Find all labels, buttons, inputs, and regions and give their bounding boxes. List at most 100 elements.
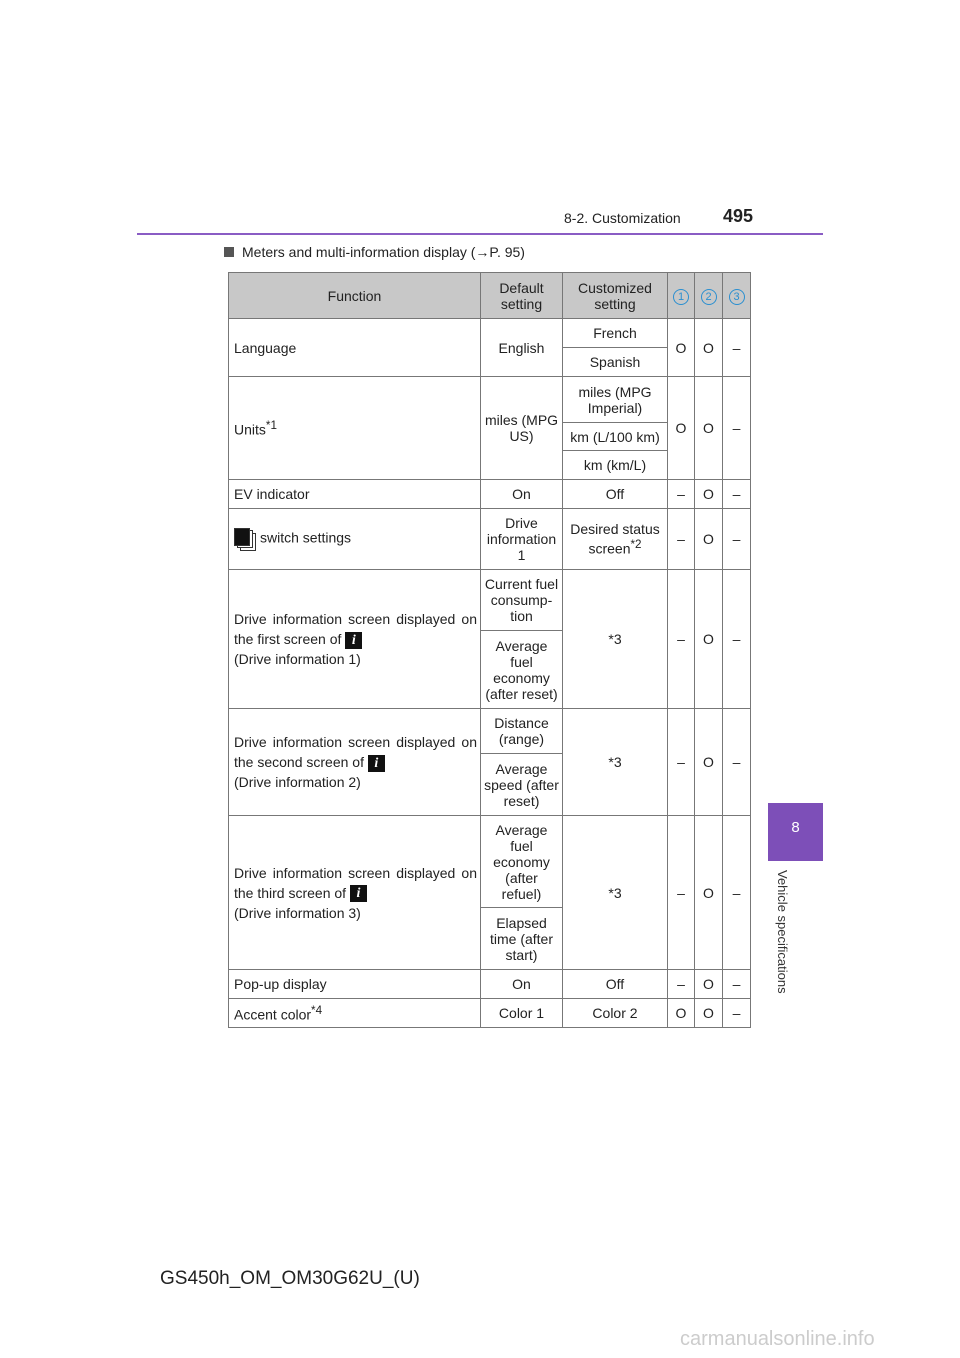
mark-cell: –: [667, 569, 695, 709]
chapter-tab[interactable]: 8: [768, 803, 823, 861]
mark-cell: O: [694, 969, 723, 999]
watermark: carmanualsonline.info: [680, 1328, 875, 1350]
function-sublabel: (Drive information 2): [234, 774, 361, 790]
custom-cell: miles (MPG Imperial): [562, 376, 668, 423]
info-icon: i: [367, 754, 385, 772]
mark-cell: –: [722, 318, 751, 377]
default-cell: Current fuel consump-tion: [480, 569, 563, 631]
function-label: Accent color: [234, 1006, 312, 1023]
section-title: Meters and multi-information display (→P…: [224, 244, 525, 260]
mark-cell: –: [722, 479, 751, 509]
col-function: Function: [228, 272, 481, 319]
custom-cell: Desired status screen*2: [562, 508, 668, 570]
custom-cell: km (km/L): [562, 450, 668, 480]
footnote-mark: *4: [311, 1004, 323, 1018]
section-header: 8-2. Customization: [564, 210, 681, 226]
table-row: EV indicator On Off – O –: [228, 479, 751, 509]
mark-cell: O: [667, 318, 695, 377]
circled-3-icon: 3: [728, 288, 745, 305]
table-row: Drive information screen displayed on th…: [228, 708, 751, 816]
section-title-text: Meters and multi-information display (→P…: [242, 244, 525, 260]
col-3: 3: [722, 272, 751, 319]
default-cell: Color 1: [480, 998, 563, 1028]
custom-cell: km (L/100 km): [562, 422, 668, 451]
custom-cell: Off: [562, 969, 668, 999]
custom-cell: *3: [562, 708, 668, 816]
mark-cell: –: [667, 508, 695, 570]
function-cell: Units*1: [228, 376, 481, 480]
mark-cell: –: [722, 508, 751, 570]
mark-cell: –: [722, 815, 751, 970]
mark-cell: –: [722, 376, 751, 480]
function-cell: EV indicator: [228, 479, 481, 509]
custom-cell: French: [562, 318, 668, 348]
default-cell: Average fuel economy (after refuel): [480, 815, 563, 908]
col-1: 1: [667, 272, 695, 319]
mark-cell: O: [694, 708, 723, 816]
table-row: Units*1 miles (MPG US) miles (MPG Imperi…: [228, 376, 751, 480]
square-bullet-icon: [224, 247, 234, 257]
page-number: 495: [723, 206, 754, 226]
mark-cell: O: [694, 508, 723, 570]
col-customized: Customized setting: [562, 272, 668, 319]
default-cell: On: [480, 969, 563, 999]
mark-cell: O: [694, 376, 723, 480]
function-cell: Drive information screen displayed on th…: [228, 708, 481, 816]
default-cell: Average speed (after reset): [480, 753, 563, 816]
function-label: Drive information screen displayed on th…: [234, 734, 477, 770]
default-cell: English: [480, 318, 563, 377]
function-cell: switch settings: [228, 508, 481, 570]
default-cell: Average fuel economy (after reset): [480, 630, 563, 709]
function-sublabel: (Drive information 3): [234, 904, 361, 921]
function-cell: Pop-up display: [228, 969, 481, 999]
default-cell: Distance (range): [480, 708, 563, 754]
mark-cell: –: [667, 479, 695, 509]
mark-cell: O: [694, 318, 723, 377]
mark-cell: –: [722, 998, 751, 1028]
col-2: 2: [694, 272, 723, 319]
custom-cell: *3: [562, 815, 668, 970]
info-icon: i: [349, 885, 367, 903]
info-icon: i: [345, 631, 363, 649]
function-label: switch settings: [260, 529, 352, 546]
mark-cell: O: [694, 815, 723, 970]
mark-cell: O: [667, 998, 695, 1028]
circled-2-icon: 2: [700, 288, 717, 305]
mark-cell: O: [694, 998, 723, 1028]
function-cell: Language: [228, 318, 481, 377]
settings-table: Function Default setting Customized sett…: [228, 272, 751, 1028]
mark-cell: –: [722, 569, 751, 709]
default-cell: On: [480, 479, 563, 509]
custom-cell: Spanish: [562, 347, 668, 377]
footnote-mark: *2: [630, 538, 642, 552]
table-header: Function Default setting Customized sett…: [228, 272, 751, 319]
table-row: switch settings Drive information 1 Desi…: [228, 508, 751, 570]
default-cell: miles (MPG US): [480, 376, 563, 480]
chapter-label: Vehicle specifications: [775, 870, 790, 994]
mark-cell: O: [667, 376, 695, 480]
footnote-mark: *1: [265, 419, 277, 433]
display-switch-icon: [234, 528, 256, 551]
custom-cell: *3: [562, 569, 668, 709]
mark-cell: –: [667, 969, 695, 999]
table-row: Accent color*4 Color 1 Color 2 O O –: [228, 998, 751, 1028]
custom-cell: Color 2: [562, 998, 668, 1028]
custom-label: Desired status screen: [570, 521, 660, 557]
mark-cell: O: [694, 479, 723, 509]
table-row: Pop-up display On Off – O –: [228, 969, 751, 999]
function-sublabel: (Drive information 1): [234, 651, 361, 667]
custom-cell: Off: [562, 479, 668, 509]
table-row: Drive information screen displayed on th…: [228, 569, 751, 709]
mark-cell: –: [667, 708, 695, 816]
mark-cell: –: [722, 969, 751, 999]
circled-1-icon: 1: [673, 288, 689, 305]
default-cell: Elapsed time (after start): [480, 907, 563, 970]
col-default: Default setting: [480, 272, 563, 319]
function-cell: Drive information screen displayed on th…: [228, 815, 481, 970]
function-cell: Accent color*4: [228, 998, 481, 1028]
mark-cell: –: [667, 815, 695, 970]
table-row: Language English French O O –: [228, 318, 751, 377]
default-cell: Drive information 1: [480, 508, 563, 570]
function-cell: Drive information screen displayed on th…: [228, 569, 481, 709]
document-code: GS450h_OM_OM30G62U_(U): [160, 1268, 420, 1289]
